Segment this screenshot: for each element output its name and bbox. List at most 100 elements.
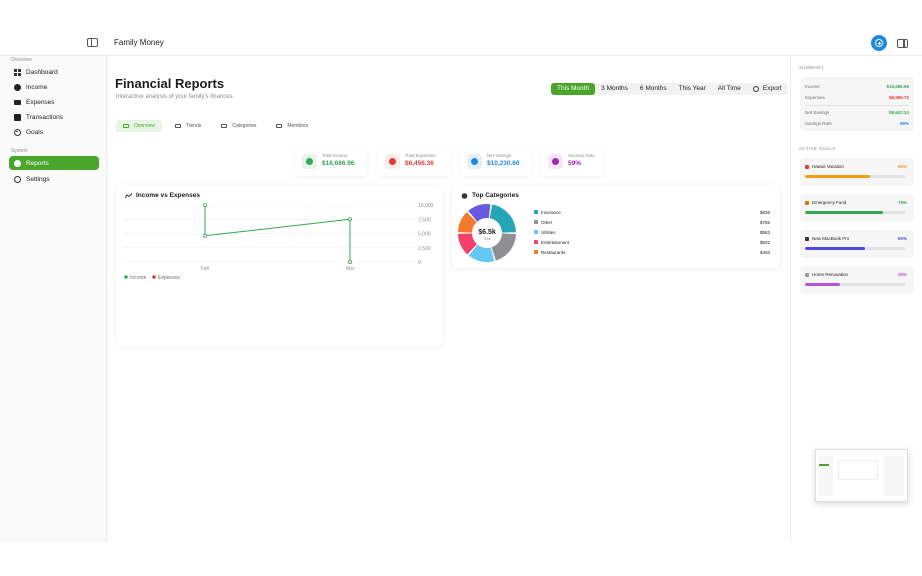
income-kpi-icon (302, 154, 317, 169)
sidebar-item-expenses[interactable]: Expenses (9, 95, 99, 109)
summary-row-income: Income $16,686.96 (805, 84, 909, 89)
sidebar-item-label: Dashboard (26, 68, 58, 76)
income-icon (14, 83, 21, 91)
goal-progress-fill (805, 211, 883, 214)
summary-row-expenses: Expenses $6,856.72 (805, 95, 909, 100)
summary-key: Income (805, 84, 820, 89)
tab-label: Categories (232, 123, 257, 129)
add-button[interactable] (871, 35, 887, 51)
kpi-value: $6,456.36 (405, 160, 434, 167)
tab-trends[interactable]: Trends (168, 120, 208, 132)
transactions-icon (14, 113, 21, 121)
sidebar-item-transactions[interactable]: Transactions (9, 110, 99, 124)
category-swatch (534, 210, 538, 214)
tab-members[interactable]: Members (269, 120, 315, 132)
inspector-toggle-icon[interactable] (897, 39, 908, 48)
kpi-label: Total Income (322, 153, 348, 158)
expenses-kpi-icon (385, 154, 400, 169)
tab-overview[interactable]: Overview (116, 120, 162, 132)
kpi-label: Total Expenses (405, 153, 436, 158)
toolbar: Family Money (0, 30, 922, 56)
category-amount: $583 (760, 230, 771, 235)
sidebar-item-dashboard[interactable]: Dashboard (9, 65, 99, 79)
goal-home-renovation[interactable]: Home Renovation 35% (800, 266, 914, 294)
categories-icon (221, 124, 228, 128)
donut-center-label: Total (483, 237, 491, 241)
goal-name: Home Renovation (812, 272, 849, 277)
export-button[interactable]: Export (747, 83, 788, 95)
summary-value: 59% (899, 121, 909, 126)
sidebar-item-goals[interactable]: Goals (9, 125, 99, 139)
sidebar-toggle-icon[interactable] (87, 38, 98, 47)
sidebar-item-reports[interactable]: Reports (9, 156, 99, 170)
income-point (203, 233, 208, 238)
tab-label: Overview (134, 123, 155, 129)
summary-value: $9,647.24 (888, 110, 909, 115)
goal-progress-fill (805, 175, 870, 178)
settings-icon (14, 175, 21, 183)
income-point (203, 202, 208, 207)
top-categories-card: Top Categories $6.5k Total Insurance $836 Ot… (452, 185, 780, 268)
x-tick-label: Mar (346, 266, 355, 272)
category-amount: $836 (760, 210, 771, 215)
y-tick-label: 7,500 (418, 217, 431, 223)
category-name: Entertainment (541, 240, 570, 245)
sidebar-item-income[interactable]: Income (9, 80, 99, 94)
summary-key: Expenses (805, 95, 825, 100)
range-6-months[interactable]: 6 Months (634, 83, 673, 95)
income-vs-expenses-card: Income vs Expenses 10,000 7,500 5,000 2,500… (116, 185, 443, 346)
y-tick-label: 0 (418, 260, 421, 266)
y-tick-label: 2,500 (418, 246, 431, 252)
overview-icon (123, 124, 129, 128)
y-tick-label: 5,000 (418, 232, 431, 238)
goal-name: Hawaii Vacation (812, 164, 844, 169)
percent-kpi-icon (548, 154, 563, 169)
category-name: Insurance (541, 210, 561, 215)
export-label: Export (762, 85, 782, 92)
x-tick-label: Feb (201, 266, 210, 272)
share-icon (752, 86, 759, 92)
kpi-total-income: Total Income $16,686.96 (295, 147, 367, 176)
goal-hawaii-vacation[interactable]: Hawaii Vacation 65% (800, 158, 914, 186)
kpi-value: $16,686.96 (322, 160, 355, 167)
summary-key: Net Savings (805, 110, 830, 115)
summary-value: $6,856.72 (888, 95, 909, 100)
sidebar-item-settings[interactable]: Settings (9, 172, 99, 186)
range-this-month[interactable]: This Month (551, 83, 596, 95)
sidebar: Overview Dashboard Income Expenses Trans… (0, 56, 107, 542)
y-tick-label: 10,000 (418, 203, 434, 209)
category-swatch (534, 230, 538, 234)
kpi-value: $10,230.60 (487, 160, 520, 167)
tab-categories[interactable]: Categories (214, 120, 263, 132)
goal-progress-track (805, 283, 905, 286)
trends-icon (174, 124, 181, 128)
tab-label: Trends (185, 123, 202, 129)
window-preview-thumbnail[interactable] (815, 449, 908, 502)
savings-kpi-icon (467, 154, 482, 169)
page-title: Financial Reports (115, 76, 225, 91)
category-swatch (534, 240, 538, 244)
category-amount: $502 (760, 240, 771, 245)
goals-heading: ACTIVE GOALS (799, 146, 836, 151)
tab-label: Members (287, 123, 309, 129)
sidebar-item-label: Reports (26, 159, 49, 167)
goal-emergency-fund[interactable]: Emergency Fund 78% (800, 194, 914, 222)
reports-icon (14, 159, 21, 167)
summary-row-savings-rate: Savings Rate 59% (805, 121, 909, 126)
range-all-time[interactable]: All Time (712, 83, 747, 95)
summary-value: $16,686.96 (886, 84, 909, 89)
goal-icon (805, 236, 809, 241)
category-swatch (534, 250, 538, 254)
goal-name: New MacBook Pro (812, 236, 850, 241)
page-subtitle: Interactive analysis of your family's fi… (116, 94, 235, 100)
summary-row-net-savings: Net Savings $9,647.24 (805, 110, 909, 115)
category-name: Utilities (541, 230, 556, 235)
category-name: Restaurants (541, 250, 566, 255)
range-3-months[interactable]: 3 Months (595, 83, 634, 95)
goal-icon (805, 272, 809, 277)
goal-new-macbook-pro[interactable]: New MacBook Pro 60% (800, 230, 914, 258)
range-this-year[interactable]: This Year (673, 83, 712, 95)
donut-center-value: $6.5k (478, 229, 496, 236)
goal-name: Emergency Fund (812, 200, 847, 205)
sidebar-item-label: Income (26, 83, 48, 91)
